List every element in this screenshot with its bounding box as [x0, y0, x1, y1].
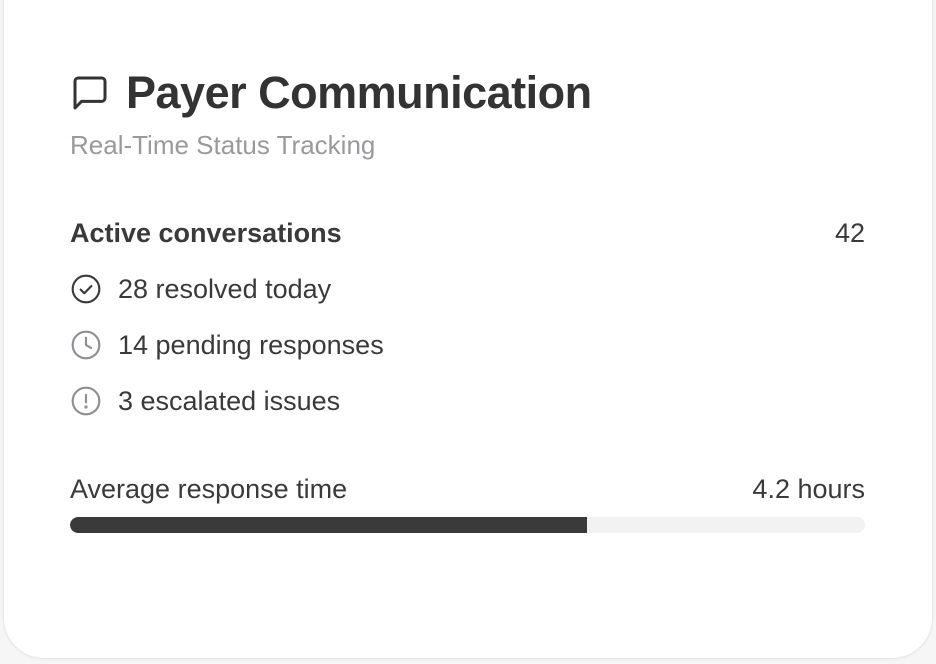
stat-pending-text: 14 pending responses — [118, 329, 384, 360]
response-time-progress — [70, 517, 865, 533]
message-square-icon — [70, 73, 110, 113]
response-time-value: 4.2 hours — [752, 473, 865, 504]
payer-communication-card: Payer Communication Real-Time Status Tra… — [4, 0, 932, 658]
stat-resolved-text: 28 resolved today — [118, 273, 332, 304]
stat-escalated-text: 3 escalated issues — [118, 385, 341, 416]
active-conversations-row: Active conversations 42 — [70, 217, 865, 249]
active-conversations-label: Active conversations — [70, 217, 342, 248]
response-time-row: Average response time 4.2 hours — [70, 473, 865, 505]
active-conversations-count: 42 — [834, 217, 865, 248]
card-title: Payer Communication — [126, 67, 592, 118]
clock-icon — [70, 329, 102, 361]
card-content: Payer Communication Real-Time Status Tra… — [70, 67, 865, 533]
card-subtitle: Real-Time Status Tracking — [70, 130, 376, 160]
response-time-progress-fill — [70, 517, 587, 533]
check-circle-icon — [70, 273, 102, 305]
stat-escalated: 3 escalated issues — [70, 385, 865, 417]
response-time-label: Average response time — [70, 473, 348, 504]
stat-resolved: 28 resolved today — [70, 273, 865, 305]
alert-circle-icon — [70, 385, 102, 417]
stat-pending: 14 pending responses — [70, 329, 865, 361]
card-header: Payer Communication — [70, 67, 865, 118]
